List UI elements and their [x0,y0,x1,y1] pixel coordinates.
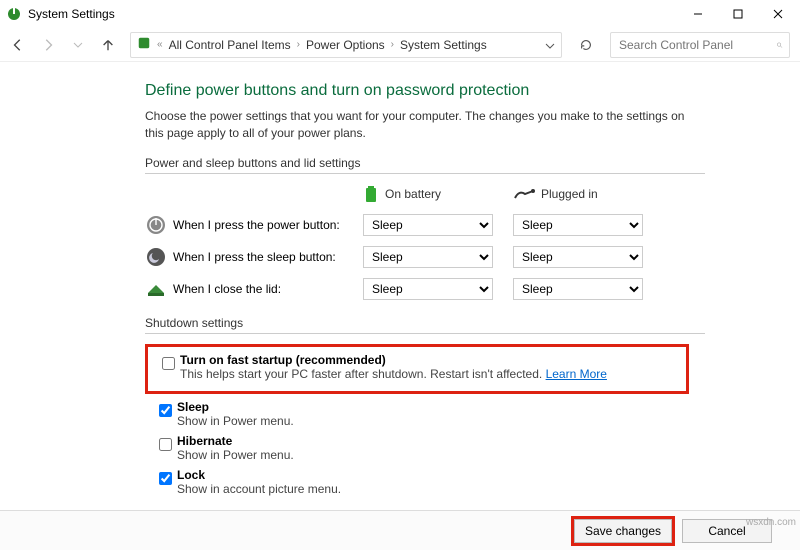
chevron-down-icon[interactable] [545,38,555,52]
app-icon [6,6,22,22]
power-button-battery-select[interactable]: Sleep [363,214,493,236]
sleep-button-battery-select[interactable]: Sleep [363,246,493,268]
section-power-sleep: Power and sleep buttons and lid settings [145,156,705,174]
address-bar[interactable]: « All Control Panel Items › Power Option… [130,32,562,58]
lid-plugged-select[interactable]: Sleep [513,278,643,300]
plug-icon [513,188,535,200]
fast-startup-label: Turn on fast startup (recommended) [180,353,676,367]
fast-startup-highlight: Turn on fast startup (recommended) This … [145,344,689,394]
row-label: When I close the lid: [173,282,363,296]
minimize-button[interactable] [678,0,718,28]
watermark: wsxdn.com [746,517,796,528]
column-on-battery: On battery [363,184,513,204]
control-panel-icon [137,36,151,53]
search-icon [776,38,783,52]
hibernate-sub: Show in Power menu. [177,448,760,462]
breadcrumb-item[interactable]: System Settings [400,38,487,52]
sleep-checkbox[interactable] [159,404,172,417]
search-input[interactable] [617,37,776,53]
column-plugged-in: Plugged in [513,187,663,201]
window-title: System Settings [28,7,678,21]
save-changes-button[interactable]: Save changes [574,519,672,543]
forward-button[interactable] [40,37,56,53]
lid-icon [145,278,167,300]
refresh-button[interactable] [576,38,596,52]
lock-label: Lock [177,468,760,482]
up-button[interactable] [100,37,116,53]
learn-more-link[interactable]: Learn More [546,367,607,381]
power-button-plugged-select[interactable]: Sleep [513,214,643,236]
page-description: Choose the power settings that you want … [145,108,705,142]
hibernate-checkbox[interactable] [159,438,172,451]
lid-battery-select[interactable]: Sleep [363,278,493,300]
lock-checkbox[interactable] [159,472,172,485]
row-label: When I press the power button: [173,218,363,232]
power-button-icon [145,214,167,236]
fast-startup-checkbox[interactable] [162,357,175,370]
maximize-button[interactable] [718,0,758,28]
chevron-right-icon: › [391,39,394,50]
sleep-button-icon [145,246,167,268]
fast-startup-sub: This helps start your PC faster after sh… [180,367,676,381]
close-button[interactable] [758,0,798,28]
page-heading: Define power buttons and turn on passwor… [145,82,760,100]
sleep-label: Sleep [177,400,760,414]
search-box[interactable] [610,32,790,58]
breadcrumb-item[interactable]: Power Options [306,38,385,52]
breadcrumb-item[interactable]: All Control Panel Items [169,38,291,52]
recent-dropdown[interactable] [70,37,86,53]
chevron-right-icon: › [297,39,300,50]
lock-sub: Show in account picture menu. [177,482,760,496]
battery-icon [363,184,379,204]
sleep-button-plugged-select[interactable]: Sleep [513,246,643,268]
section-shutdown: Shutdown settings [145,316,705,334]
chevron-right-icon: « [157,39,163,50]
hibernate-label: Hibernate [177,434,760,448]
row-label: When I press the sleep button: [173,250,363,264]
sleep-sub: Show in Power menu. [177,414,760,428]
back-button[interactable] [10,37,26,53]
